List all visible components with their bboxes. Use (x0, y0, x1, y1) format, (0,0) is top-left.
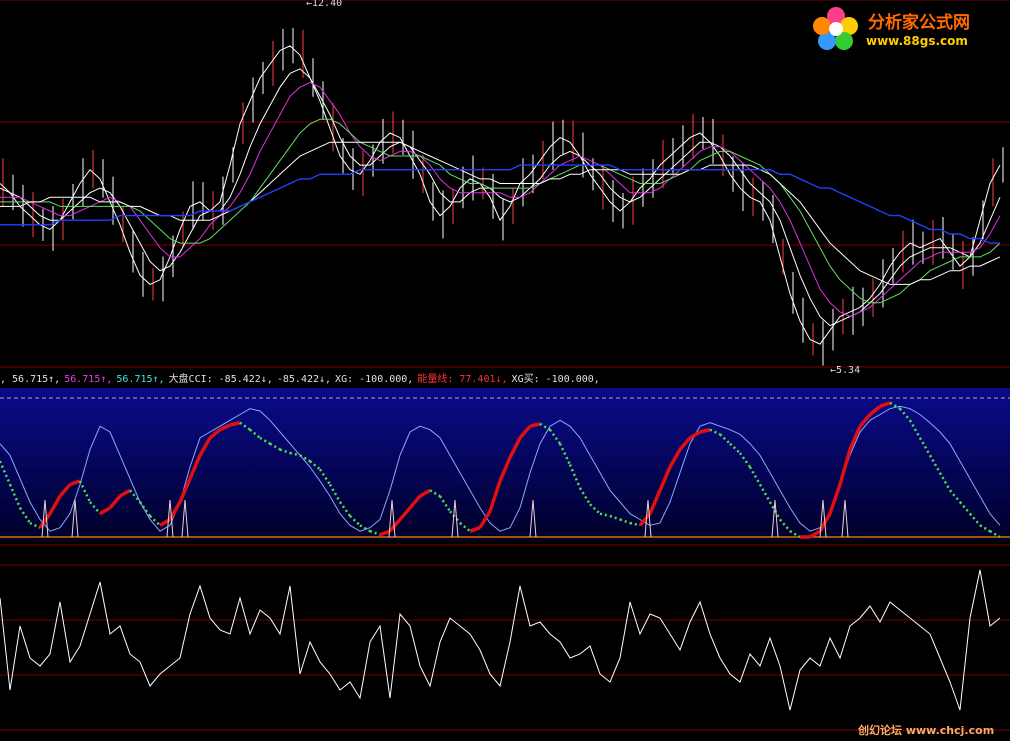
price-ma-line-4 (0, 141, 1001, 285)
price-ma-line-2 (0, 82, 1001, 318)
logo-title: 分析家公式网 (868, 13, 970, 33)
indicator-segment-54 (529, 422, 541, 428)
indicator-value-5: XG: -100.000, (335, 374, 414, 385)
indicator-value-bar: , 56.715↑, 56.715↑, 56.715↑, 大盘CCI: -85.422… (0, 373, 604, 387)
indicator-value-7: XG买: -100.000, (511, 374, 600, 385)
logo-url: www.88gs.com (866, 34, 968, 48)
indicator-value-2: 56.715↑, (116, 374, 165, 385)
indicator-value-0: , 56.715↑, (0, 374, 61, 385)
stock-chart: ←12.40 ←5.34 (0, 0, 1010, 731)
indicator-segment-71 (699, 427, 711, 434)
flower-logo-icon (813, 7, 858, 50)
indicator-value-4: -85.422↓, (276, 374, 332, 385)
indicator-value-6: 能量线: 77.401↓, (417, 374, 508, 385)
watermark-text: 创幻论坛 www.chcj.com (858, 724, 995, 737)
indicator-segment-24 (229, 420, 241, 427)
price-low-label: ←5.34 (830, 365, 860, 376)
price-ma-line-0 (0, 45, 1001, 345)
indicator-value-1: 56.715↑, (64, 374, 113, 385)
price-high-label: ←12.40 (306, 0, 342, 9)
oscillator-line (0, 569, 1001, 711)
indicator-value-3: 大盘CCI: -85.422↓, (168, 374, 273, 385)
site-logo: 分析家公式网 www.88gs.com (808, 4, 1006, 54)
price-ma-line-5 (0, 164, 1000, 244)
